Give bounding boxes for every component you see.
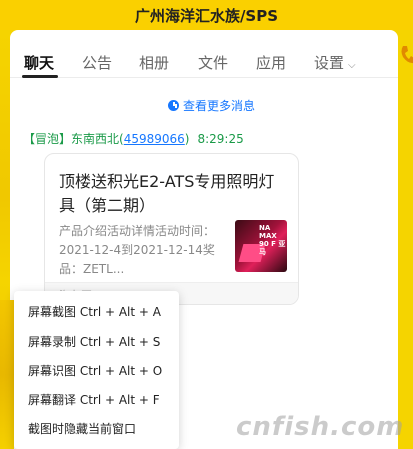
left-background-decoration: [0, 300, 14, 449]
phone-icon[interactable]: [400, 44, 413, 70]
phone-icon-svg: [401, 46, 413, 64]
shared-link-card[interactable]: 顶楼送积光E2-ATS专用照明灯具（第二期） 产品介绍活动详情活动时间：2021…: [44, 153, 299, 305]
tab-bar: 聊天 公告 相册 文件 应用 设置 ⌵: [10, 44, 398, 78]
tab-album[interactable]: 相册: [139, 52, 169, 73]
tab-settings-label: 设置: [314, 54, 345, 72]
tab-settings[interactable]: 设置 ⌵: [314, 52, 356, 73]
message-sender-line: 【冒泡】东南西北(45989066) 8:29:25: [23, 130, 244, 147]
right-border: [398, 30, 413, 449]
card-thumbnail: NA MAX 90 F 亚马: [235, 220, 287, 272]
menu-item-screen-ocr[interactable]: 屏幕识图 Ctrl + Alt + O: [14, 357, 179, 386]
sender-qq-close: ): [184, 132, 190, 146]
sender-name[interactable]: 【冒泡】东南西北: [23, 132, 119, 146]
view-more-messages-link[interactable]: 查看更多消息: [168, 97, 255, 114]
active-tab-indicator: [22, 75, 58, 78]
message-time: 8:29:25: [197, 132, 244, 146]
tab-chat[interactable]: 聊天: [24, 52, 54, 73]
watermark: cnfish.com: [236, 412, 405, 442]
tab-apps[interactable]: 应用: [256, 52, 286, 73]
tab-files[interactable]: 文件: [198, 52, 228, 73]
menu-item-screenshot[interactable]: 屏幕截图 Ctrl + Alt + A: [14, 298, 179, 327]
screenshot-context-menu: 屏幕截图 Ctrl + Alt + A 屏幕录制 Ctrl + Alt + S …: [14, 291, 179, 449]
clock-icon: [168, 100, 179, 111]
window-title: 广州海洋汇水族/SPS: [134, 6, 279, 25]
thumbnail-text: NA MAX 90 F 亚马: [259, 224, 286, 256]
card-description: 产品介绍活动详情活动时间：2021-12-4到2021-12-14奖品：ZETL…: [59, 224, 216, 276]
sender-qq-number[interactable]: 45989066: [124, 132, 185, 146]
card-title: 顶楼送积光E2-ATS专用照明灯具（第二期）: [59, 172, 275, 215]
chevron-down-icon: ⌵: [348, 60, 356, 71]
menu-item-screen-translate[interactable]: 屏幕翻译 Ctrl + Alt + F: [14, 386, 179, 415]
window-title-bar: 广州海洋汇水族/SPS: [0, 0, 413, 30]
tab-announcement[interactable]: 公告: [82, 52, 112, 73]
menu-item-hide-window[interactable]: 截图时隐藏当前窗口: [14, 415, 179, 444]
view-more-messages-label: 查看更多消息: [183, 99, 256, 113]
menu-item-screen-record[interactable]: 屏幕录制 Ctrl + Alt + S: [14, 328, 179, 357]
